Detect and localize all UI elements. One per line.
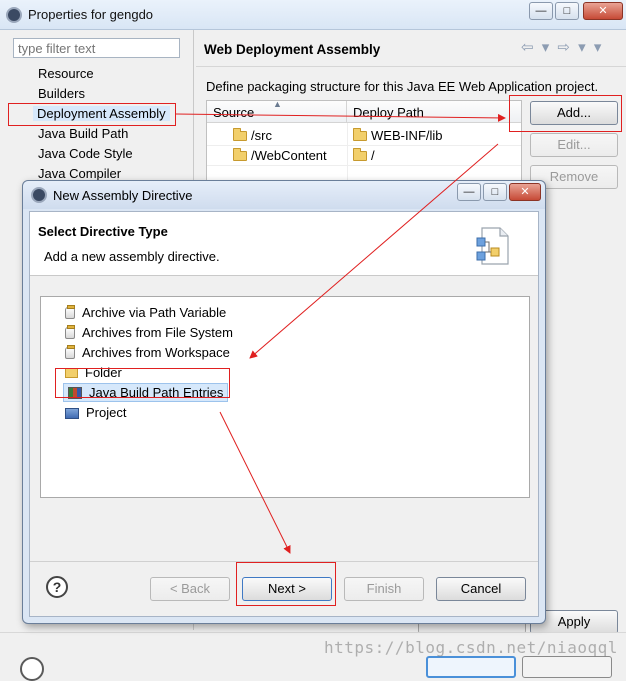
sort-caret-icon: ▲ <box>273 99 282 109</box>
folder-icon <box>233 148 247 161</box>
eclipse-icon <box>31 187 47 203</box>
project-icon <box>65 408 79 419</box>
jar-icon <box>65 305 75 319</box>
page-title: Web Deployment Assembly <box>204 42 381 57</box>
list-item-label: Archives from File System <box>82 325 233 340</box>
cell-text: / <box>371 148 375 163</box>
dialog-title: New Assembly Directive <box>53 188 193 203</box>
dialog-titlebar: New Assembly Directive — □ ✕ <box>23 181 545 209</box>
filter-input[interactable] <box>13 38 180 58</box>
wizard-banner-icon <box>476 227 509 265</box>
new-assembly-directive-dialog: New Assembly Directive — □ ✕ Select Dire… <box>22 180 546 624</box>
eclipse-icon <box>6 7 22 23</box>
folder-icon <box>353 128 367 141</box>
sidebar-item-java-compiler[interactable]: Java Compiler <box>38 166 121 181</box>
sidebar-item-resource[interactable]: Resource <box>38 66 94 81</box>
list-item-label: Archives from Workspace <box>82 345 230 360</box>
column-header-deploy-path[interactable]: Deploy Path <box>347 101 521 123</box>
annotation-box-deployment-assembly <box>8 103 176 126</box>
dialog-body: Select Directive Type Add a new assembly… <box>29 211 539 617</box>
dialog-heading: Select Directive Type <box>38 224 168 239</box>
list-item-archives-from-file-system[interactable]: Archives from File System <box>65 325 233 340</box>
annotation-box-java-build-path-entries <box>55 368 230 398</box>
watermark: https://blog.csdn.net/niaoqql <box>324 638 618 657</box>
ok-button[interactable] <box>426 656 516 678</box>
dialog-subheading: Add a new assembly directive. <box>44 249 220 264</box>
finish-button[interactable]: Finish <box>344 577 424 601</box>
sidebar-item-java-code-style[interactable]: Java Code Style <box>38 146 133 161</box>
navigation-arrows-icon[interactable]: ⇦ ▾ ⇨ ▾ ▾ <box>521 38 603 56</box>
close-button[interactable]: ✕ <box>583 2 623 20</box>
outer-cancel-button[interactable] <box>522 656 612 678</box>
list-item-archive-via-path-variable[interactable]: Archive via Path Variable <box>65 305 226 320</box>
folder-icon <box>233 128 247 141</box>
properties-titlebar: Properties for gengdo — □ ✕ <box>0 0 626 30</box>
jar-icon <box>65 325 75 339</box>
list-item-label: Archive via Path Variable <box>82 305 227 320</box>
annotation-box-next <box>236 562 336 606</box>
row-divider <box>207 145 521 146</box>
dialog-close-button[interactable]: ✕ <box>509 183 541 201</box>
edit-button[interactable]: Edit... <box>530 133 618 157</box>
cell-text: /src <box>251 128 272 143</box>
page-description: Define packaging structure for this Java… <box>206 79 599 94</box>
column-header-label: Source <box>213 105 255 120</box>
help-icon[interactable]: ? <box>46 576 68 598</box>
list-item-archives-from-workspace[interactable]: Archives from Workspace <box>65 345 230 360</box>
cancel-button[interactable]: Cancel <box>436 577 526 601</box>
maximize-button[interactable]: □ <box>555 2 579 20</box>
cell-text: /WebContent <box>251 148 327 163</box>
sidebar-item-java-build-path[interactable]: Java Build Path <box>38 126 128 141</box>
table-row-deploy-path[interactable]: WEB-INF/lib <box>353 128 443 143</box>
table-row-deploy-path[interactable]: / <box>353 148 375 163</box>
dialog-header: Select Directive Type Add a new assembly… <box>30 212 538 276</box>
dialog-minimize-button[interactable]: — <box>457 183 481 201</box>
page-title-divider <box>196 66 626 67</box>
row-divider <box>207 165 521 166</box>
table-row-source[interactable]: /src <box>233 128 272 143</box>
minimize-button[interactable]: — <box>529 2 553 20</box>
column-header-source[interactable]: Source ▲ <box>207 99 347 123</box>
deployment-table[interactable]: Source ▲ Deploy Path /src WEB-INF/lib /W… <box>206 99 522 190</box>
annotation-box-add <box>509 95 622 132</box>
cell-text: WEB-INF/lib <box>371 128 443 143</box>
list-item-label: Project <box>86 405 127 420</box>
list-item-project[interactable]: Project <box>65 405 126 420</box>
back-button[interactable]: < Back <box>150 577 230 601</box>
dialog-maximize-button[interactable]: □ <box>483 183 507 201</box>
window-title: Properties for gengdo <box>28 7 154 22</box>
sidebar-item-builders[interactable]: Builders <box>38 86 85 101</box>
table-row-source[interactable]: /WebContent <box>233 148 327 163</box>
folder-icon <box>353 148 367 161</box>
help-icon[interactable] <box>20 657 44 681</box>
jar-icon <box>65 345 75 359</box>
